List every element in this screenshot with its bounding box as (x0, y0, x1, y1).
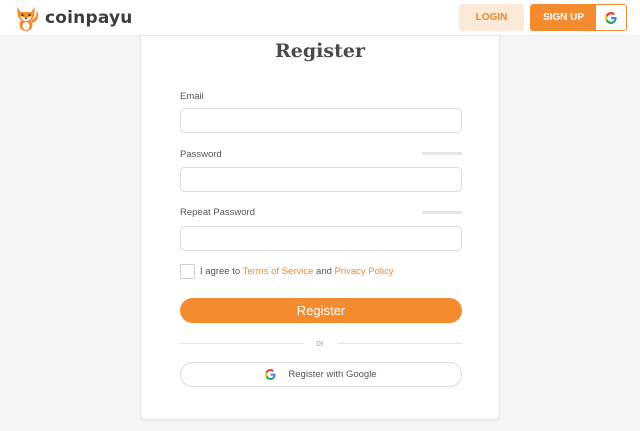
email-field[interactable] (180, 108, 462, 133)
divider-right (338, 343, 462, 344)
privacy-link[interactable]: Privacy Policy (335, 266, 394, 277)
page-title: Register (275, 40, 365, 62)
brand-name: coinpayu (45, 8, 133, 28)
repeat-password-strength-bar (422, 211, 462, 214)
google-icon (265, 369, 277, 380)
signup-button[interactable]: SIGN UP (531, 5, 596, 30)
agree-prefix: I agree to (200, 266, 241, 277)
agree-and: and (316, 266, 332, 277)
email-label: Email (180, 91, 204, 102)
agree-text: I agree to Terms of Service and Privacy … (200, 266, 394, 277)
login-button[interactable]: LOGIN (459, 4, 524, 31)
register-with-google-button[interactable]: Register with Google (180, 362, 462, 387)
terms-link[interactable]: Terms of Service (243, 266, 314, 277)
google-signin-button[interactable] (596, 5, 626, 30)
brand-logo[interactable]: coinpayu (11, 3, 133, 33)
register-card: Register Email Password Repeat Password … (140, 36, 500, 420)
password-strength-bar (422, 152, 462, 155)
password-label: Password (180, 149, 222, 160)
top-navbar: coinpayu LOGIN SIGN UP (0, 0, 640, 36)
register-with-google-label: Register with Google (288, 369, 377, 380)
fox-icon (17, 7, 39, 31)
agree-checkbox[interactable] (180, 264, 195, 279)
password-field[interactable] (180, 167, 462, 192)
register-button[interactable]: Register (180, 298, 462, 323)
repeat-password-field[interactable] (180, 226, 462, 251)
repeat-password-label: Repeat Password (180, 207, 255, 218)
signup-group: SIGN UP (530, 4, 627, 31)
google-icon (605, 11, 617, 24)
